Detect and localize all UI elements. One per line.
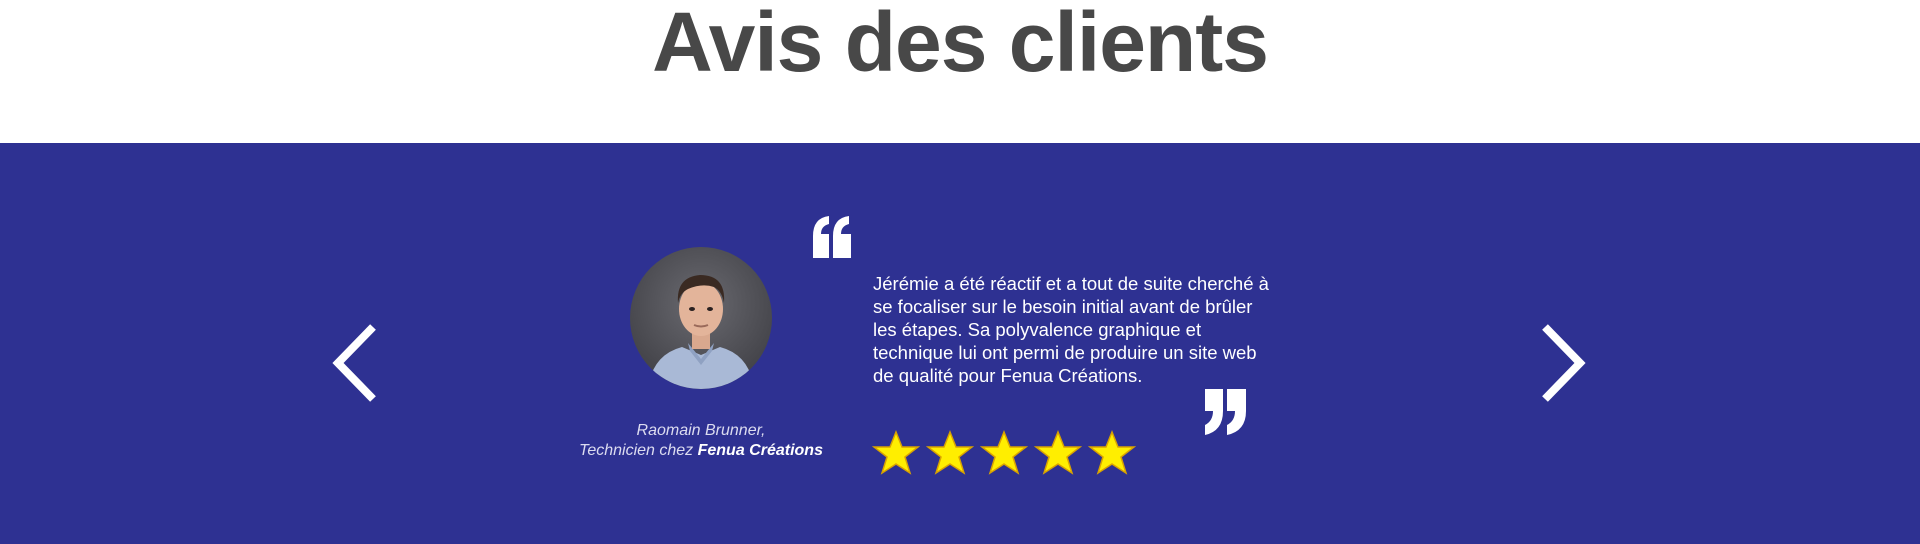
star-icon	[1034, 429, 1082, 477]
star-icon	[1088, 429, 1136, 477]
carousel-prev-button[interactable]	[328, 321, 388, 405]
page-title: Avis des clients	[652, 0, 1269, 89]
chevron-left-icon	[332, 324, 376, 402]
author-company: Fenua Créations	[697, 442, 823, 459]
chevron-right-icon	[1542, 324, 1586, 402]
quote-close-icon	[1203, 389, 1248, 436]
testimonial-carousel: Raomain Brunner, Technicien chez Fenua C…	[0, 143, 1920, 544]
section-header: Avis des clients	[0, 0, 1920, 143]
testimonial-author: Raomain Brunner, Technicien chez Fenua C…	[540, 421, 862, 461]
star-icon	[926, 429, 974, 477]
quote-open-icon	[811, 214, 853, 258]
avatar	[630, 247, 772, 389]
star-rating	[872, 429, 1136, 477]
author-role-prefix: Technicien chez	[579, 442, 698, 459]
author-name: Raomain Brunner,	[636, 422, 766, 439]
author-photo	[630, 247, 772, 389]
carousel-next-button[interactable]	[1530, 321, 1590, 405]
author-role: Technicien chez Fenua Créations	[540, 441, 862, 461]
star-icon	[980, 429, 1028, 477]
testimonial-quote: Jérémie a été réactif et a tout de suite…	[873, 273, 1269, 386]
star-icon	[872, 429, 920, 477]
